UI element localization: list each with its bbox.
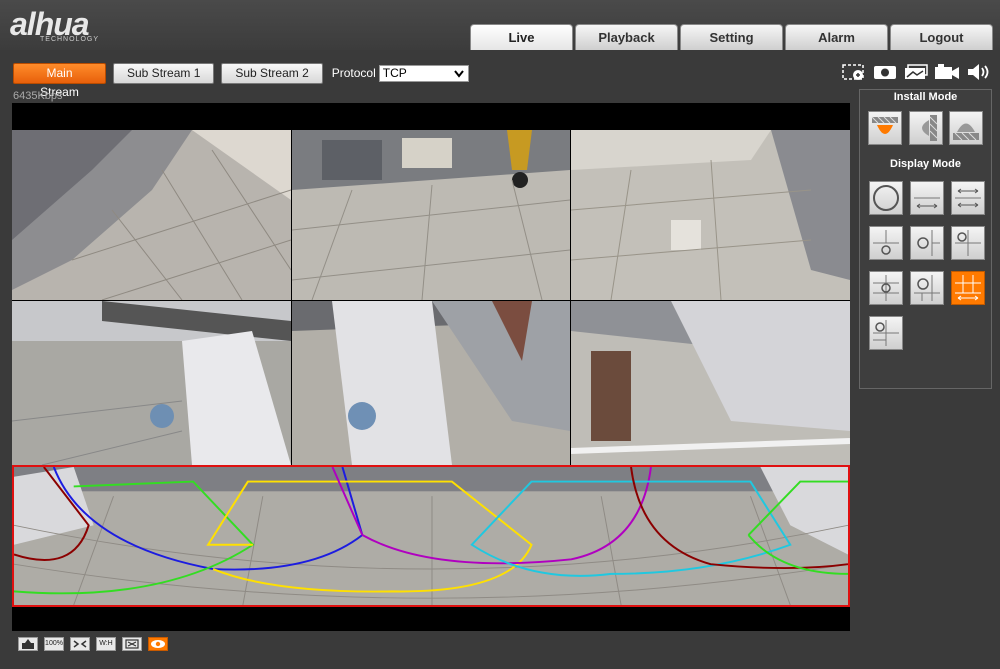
display-1p4-button[interactable] [869, 271, 903, 305]
protocol-select[interactable]: TCP [378, 64, 469, 82]
fit-screen-icon[interactable] [70, 637, 90, 651]
video-bottom-toolbar: 100% W:H [12, 634, 850, 654]
split-1p6-icon [914, 275, 940, 301]
display-1p1-button[interactable] [869, 226, 903, 260]
camera-feed-image [571, 301, 850, 465]
video-viewport[interactable] [12, 103, 850, 631]
zoom-100-icon[interactable]: 100% [44, 637, 64, 651]
live-toolbar [837, 62, 992, 82]
ground-mount-icon [953, 123, 979, 141]
display-dual-panorama-button[interactable] [951, 181, 985, 215]
wall-mount-icon [921, 115, 937, 141]
camera-feed-image [292, 130, 570, 300]
display-1p2-button[interactable] [910, 226, 944, 260]
record-icon[interactable] [933, 62, 961, 82]
header-bar: alhua TECHNOLOGY Live Playback Setting A… [0, 0, 1000, 50]
install-mode-title: Install Mode [893, 91, 958, 103]
camera-feed-image [12, 130, 291, 300]
tab-logout[interactable]: Logout [890, 24, 993, 50]
split-1p4-icon [873, 275, 899, 301]
fisheye-panel: Install Mode Display Mode [859, 89, 992, 389]
display-mode-title: Display Mode [890, 158, 961, 170]
split-1o3-icon [873, 320, 899, 346]
triple-snapshot-icon[interactable] [902, 62, 930, 82]
split-1p1-icon [873, 230, 899, 255]
protocol-value: TCP [382, 65, 407, 80]
snapshot-icon[interactable] [871, 62, 899, 82]
wall-mount-button[interactable] [908, 111, 943, 145]
tab-setting[interactable]: Setting [680, 24, 783, 50]
zoom-region-icon[interactable] [840, 62, 868, 82]
install-icon[interactable] [18, 637, 38, 651]
tab-playback[interactable]: Playback [575, 24, 678, 50]
ground-mount-button[interactable] [949, 111, 983, 145]
display-1p8-button[interactable] [951, 271, 985, 305]
sub-stream-2-button[interactable]: Sub Stream 2 [221, 62, 323, 84]
display-mode-grid [860, 181, 991, 350]
sub-stream-1-button[interactable]: Sub Stream 1 [113, 62, 215, 84]
main-stream-button[interactable]: Main Stream [13, 62, 106, 99]
camera-feed-image [571, 130, 850, 300]
ceiling-mount-icon [871, 116, 898, 134]
display-1p3-button[interactable] [951, 226, 985, 260]
split-1p3-icon [955, 230, 981, 256]
camera-feed-image [292, 301, 570, 465]
ratio-icon[interactable]: W:H [96, 637, 116, 651]
split-1p8-icon [955, 275, 981, 301]
audio-icon[interactable] [964, 62, 992, 82]
video-window-4[interactable] [12, 301, 291, 465]
dual-panorama-icon [955, 188, 981, 208]
video-window-6[interactable] [571, 301, 850, 465]
tab-alarm[interactable]: Alarm [785, 24, 888, 50]
brand-tagline: TECHNOLOGY [40, 36, 100, 43]
install-mode-row [860, 111, 991, 145]
fullscreen-icon[interactable] [122, 637, 142, 651]
chevron-down-icon [454, 69, 464, 78]
main-nav: Live Playback Setting Alarm Logout [470, 24, 995, 50]
panorama-feed-image [14, 467, 848, 605]
fisheye-circle-icon [873, 185, 899, 211]
ceiling-mount-button[interactable] [868, 111, 902, 145]
bitrate-readout: 6435Kbps [13, 90, 63, 102]
display-panorama-button[interactable] [910, 181, 944, 215]
tab-live[interactable]: Live [470, 24, 573, 50]
protocol-label: Protocol [331, 66, 376, 80]
eye-icon[interactable] [148, 637, 168, 651]
video-window-1[interactable] [12, 130, 291, 300]
stream-bar: Main Stream Sub Stream 1 Sub Stream 2 Pr… [13, 62, 469, 99]
panorama-window[interactable] [12, 465, 850, 607]
display-1p6-button[interactable] [910, 271, 944, 305]
brand-logo: alhua TECHNOLOGY [10, 6, 140, 46]
camera-feed-image [12, 301, 291, 465]
split-1p2-icon [917, 230, 940, 256]
video-window-3[interactable] [571, 130, 850, 300]
video-window-5[interactable] [292, 301, 570, 465]
panorama-icon [914, 197, 940, 209]
video-window-2[interactable] [292, 130, 570, 300]
display-fisheye-button[interactable] [869, 181, 903, 215]
display-1o3-button[interactable] [869, 316, 903, 350]
